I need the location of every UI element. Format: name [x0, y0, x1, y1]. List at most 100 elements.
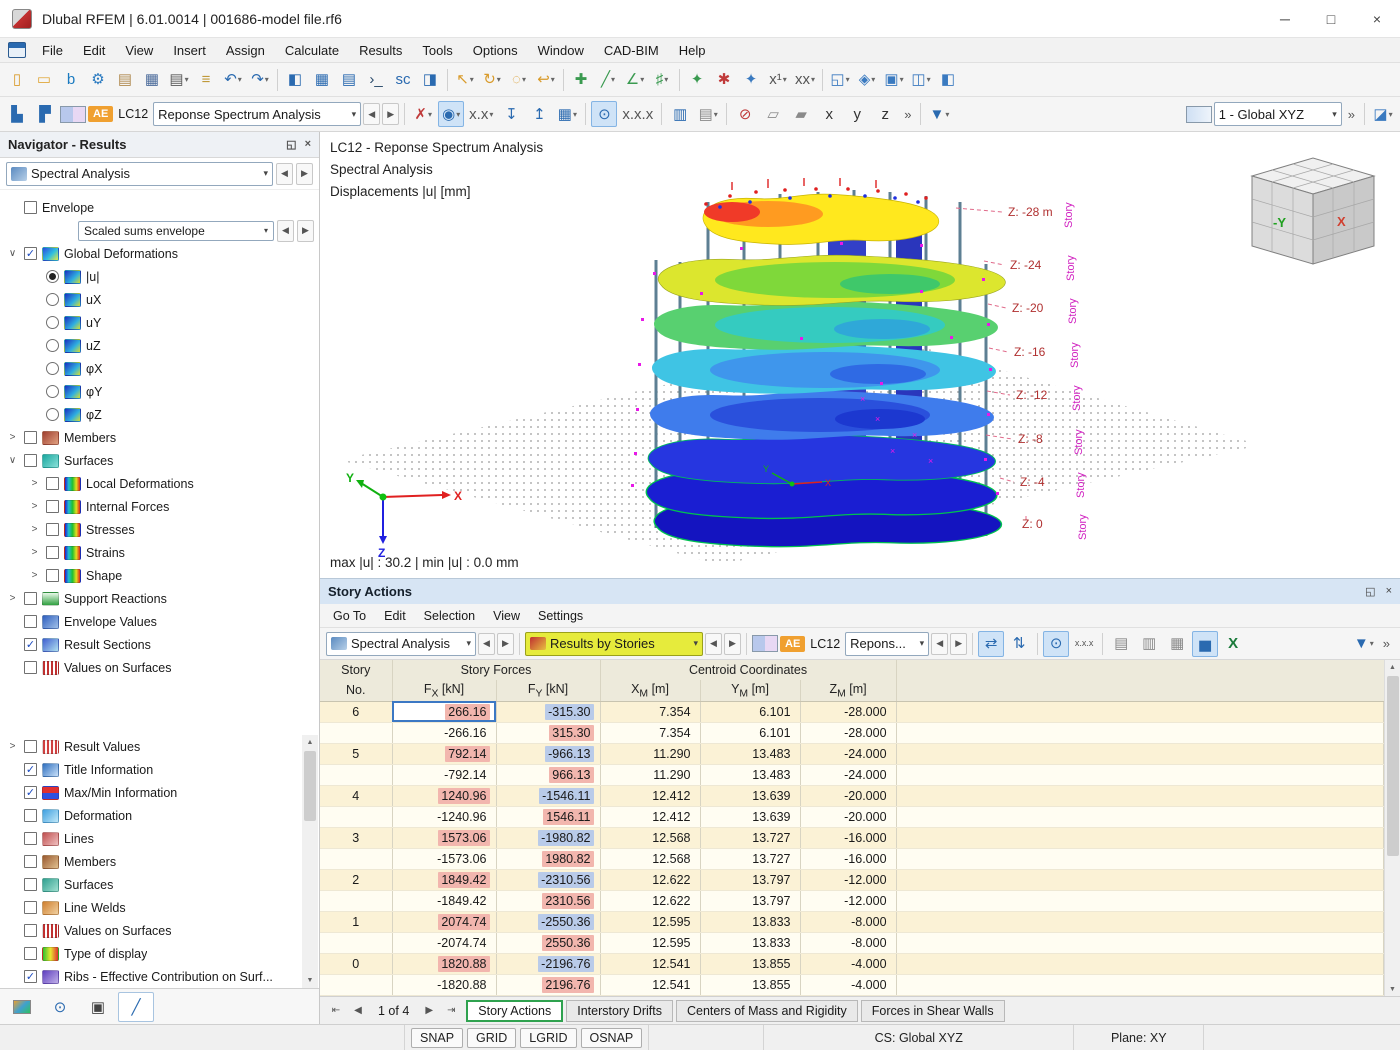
table-row[interactable]: 5 792.14 -966.13 11.290 13.483 -24.000: [320, 743, 1384, 765]
script-console-icon[interactable]: ›_: [363, 67, 389, 93]
previous-view-icon[interactable]: ↩ ▾: [533, 67, 559, 93]
cell-zm[interactable]: -28.000: [800, 701, 897, 723]
snap-node-icon[interactable]: ✚: [568, 67, 594, 93]
tree-item-y[interactable]: φY: [0, 380, 319, 403]
checkbox-deformation[interactable]: [24, 809, 37, 822]
tab-centers-of-mass-and-rigidity[interactable]: Centers of Mass and Rigidity: [675, 999, 858, 1022]
menu-window[interactable]: Window: [528, 38, 594, 63]
checkbox-stresses[interactable]: [46, 523, 59, 536]
tree-item-support-reactions[interactable]: > Support Reactions: [0, 587, 319, 610]
scroll-down-icon[interactable]: ▼: [1385, 982, 1400, 997]
cell-fy[interactable]: 2310.56: [496, 890, 601, 912]
table-row[interactable]: 1 2074.74 -2550.36 12.595 13.833 -8.000: [320, 911, 1384, 933]
minimize-button[interactable]: ─: [1262, 0, 1308, 38]
cell-fx[interactable]: -1573.06: [392, 848, 497, 870]
scroll-up-icon[interactable]: ▲: [1385, 660, 1400, 675]
tree-item-title-information[interactable]: Title Information: [0, 758, 319, 781]
checkbox-envelope-values[interactable]: [24, 615, 37, 628]
tab-story-actions[interactable]: Story Actions: [466, 999, 564, 1022]
scaled-sums-envelope-combo[interactable]: Scaled sums envelope ▾: [78, 220, 274, 241]
tree-item-members[interactable]: > Members: [0, 426, 319, 449]
checkbox-internal-forces[interactable]: [46, 500, 59, 513]
next-button[interactable]: ▶: [724, 632, 741, 655]
menu-tools[interactable]: Tools: [412, 38, 462, 63]
status-toggle-osnap[interactable]: OSNAP: [580, 1027, 643, 1048]
sync-selection-icon[interactable]: ⇄: [978, 630, 1005, 657]
cell-fx[interactable]: 792.14: [392, 743, 497, 765]
cell-ym[interactable]: 13.833: [700, 911, 801, 933]
tree-item-stresses[interactable]: > Stresses: [0, 518, 319, 541]
next-button[interactable]: ▶: [950, 632, 968, 655]
navigator-tab-display[interactable]: [4, 992, 40, 1022]
cell-fx[interactable]: 1240.96: [392, 785, 497, 807]
clipping-box-icon[interactable]: ▣ ▾: [881, 67, 907, 93]
table-row[interactable]: -1240.96 1546.11 12.412 13.639 -20.000: [320, 806, 1384, 828]
expand-icon[interactable]: >: [28, 524, 41, 535]
menu-file[interactable]: File: [32, 38, 73, 63]
generate-combinations-icon[interactable]: ✦: [738, 67, 764, 93]
tree-item-envelope[interactable]: Envelope: [0, 196, 319, 219]
table-row[interactable]: 4 1240.96 -1546.11 12.412 13.639 -20.000: [320, 785, 1384, 807]
scroll-up-icon[interactable]: ▲: [302, 735, 318, 750]
cell-fx[interactable]: 2074.74: [392, 911, 497, 933]
rotate-view-icon[interactable]: ↻ ▾: [479, 67, 505, 93]
overflow-chevrons[interactable]: »: [1344, 107, 1359, 122]
zoom-select-icon[interactable]: ◌ ▾: [506, 67, 532, 93]
display-properties-icon[interactable]: ◈ ▾: [854, 67, 880, 93]
axis-z-icon[interactable]: z: [872, 101, 898, 127]
tree-item-local-deformations[interactable]: > Local Deformations: [0, 472, 319, 495]
menu-cad-bim[interactable]: CAD-BIM: [594, 38, 669, 63]
checkbox-local-deformations[interactable]: [46, 477, 59, 490]
cell-ym[interactable]: 13.855: [700, 953, 801, 975]
transparent-cube-icon[interactable]: ▱: [760, 101, 786, 127]
result-tables-icon[interactable]: ▦ ▾: [554, 101, 580, 127]
visibility-icon[interactable]: ◫ ▾: [908, 67, 934, 93]
cell-fy[interactable]: -966.13: [496, 743, 601, 765]
cell-fy[interactable]: -2310.56: [496, 869, 601, 891]
table-scrollbar[interactable]: ▲ ▼: [1384, 660, 1400, 997]
expand-icon[interactable]: ∨: [6, 248, 19, 259]
cell-ym[interactable]: 13.483: [700, 764, 801, 786]
tree-item-type-of-display[interactable]: Type of display: [0, 942, 319, 965]
cell-zm[interactable]: -16.000: [800, 827, 897, 849]
cell-fx[interactable]: -1820.88: [392, 974, 497, 996]
paste-icon[interactable]: ▤: [112, 67, 138, 93]
menu-insert[interactable]: Insert: [163, 38, 216, 63]
tree-item-x[interactable]: φX: [0, 357, 319, 380]
tree-item-internal-forces[interactable]: > Internal Forces: [0, 495, 319, 518]
close-panel-icon[interactable]: ×: [305, 138, 311, 151]
tree-item-shape[interactable]: > Shape: [0, 564, 319, 587]
deformation-scale-down-icon[interactable]: ↧: [498, 101, 524, 127]
values-xxx-icon[interactable]: x.x.x: [619, 101, 656, 127]
checkbox-members[interactable]: [24, 855, 37, 868]
panel-menu-edit[interactable]: Edit: [375, 604, 415, 628]
cell-zm[interactable]: -12.000: [800, 869, 897, 891]
cell-xm[interactable]: 12.595: [600, 932, 701, 954]
status-toggle-grid[interactable]: GRID: [467, 1027, 517, 1048]
load-case-combo[interactable]: Reponse Spectrum Analysis ▾: [153, 102, 362, 126]
tree-item-global-deformations[interactable]: ∨Global Deformations: [0, 242, 319, 265]
cell-zm[interactable]: -12.000: [800, 890, 897, 912]
checkbox-lines[interactable]: [24, 832, 37, 845]
to-scale-icon[interactable]: sc: [390, 67, 416, 93]
checkbox-max-min-information[interactable]: [24, 786, 37, 799]
show-results-icon[interactable]: ◉ ▾: [438, 101, 465, 127]
radio-x[interactable]: [46, 362, 59, 375]
cell-fy[interactable]: 315.30: [496, 722, 601, 744]
navigator-toggle-icon[interactable]: ◧: [282, 67, 308, 93]
cell-xm[interactable]: 12.622: [600, 890, 701, 912]
checkbox-global-deformations[interactable]: [24, 247, 37, 260]
coordinate-system-combo[interactable]: 1 - Global XYZ ▾: [1213, 102, 1342, 126]
last-page-icon[interactable]: ⇥: [441, 1005, 461, 1016]
tree-item-max-min-information[interactable]: Max/Min Information: [0, 781, 319, 804]
first-page-icon[interactable]: ⇤: [326, 1005, 346, 1016]
loading-steps-icon[interactable]: ▙: [4, 101, 30, 127]
panel-analysis-combo[interactable]: Spectral Analysis ▾: [326, 631, 476, 656]
close-panel-icon[interactable]: ×: [1386, 585, 1392, 598]
checkbox-values-on-surfaces[interactable]: [24, 661, 37, 674]
tree-item-uy[interactable]: uY: [0, 311, 319, 334]
checkbox-title-information[interactable]: [24, 763, 37, 776]
result-values-icon[interactable]: x.x ▾: [466, 101, 496, 127]
cell-zm[interactable]: -8.000: [800, 932, 897, 954]
checkbox-shape[interactable]: [46, 569, 59, 582]
